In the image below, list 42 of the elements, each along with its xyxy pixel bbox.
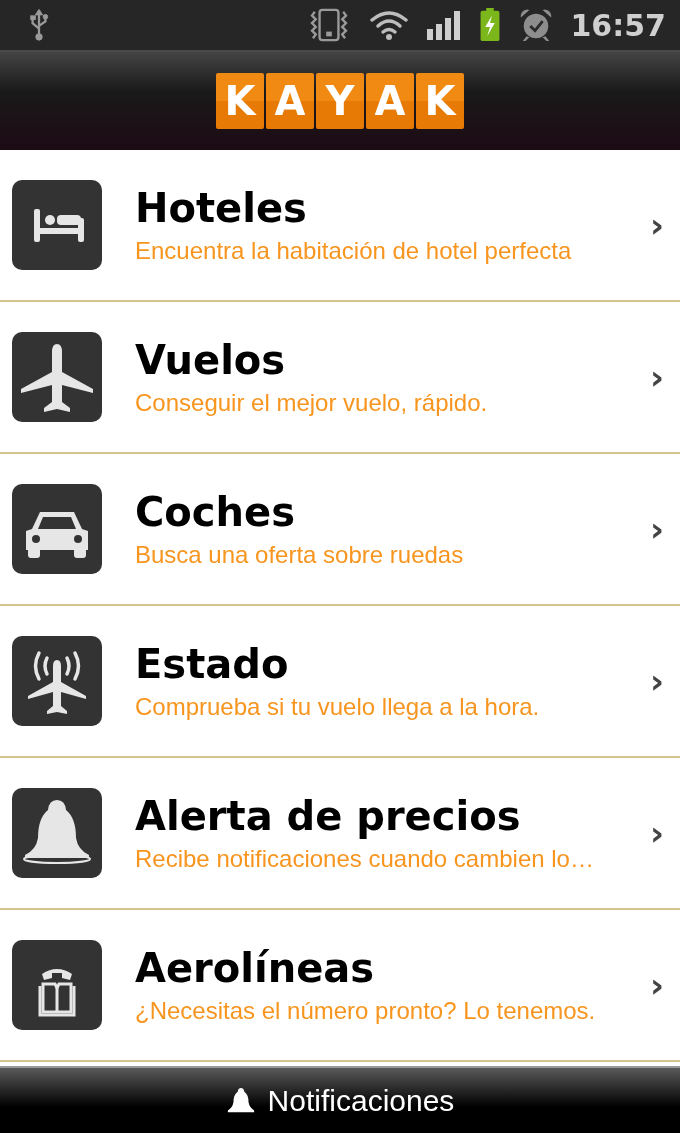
- logo-tile: K: [416, 73, 464, 129]
- menu-item-title: Hoteles: [135, 185, 308, 231]
- signal-icon: [426, 9, 461, 41]
- menu-item-title: Vuelos: [135, 337, 287, 383]
- menu-item-subtitle: Recibe notificaciones cuando cambien lo…: [135, 845, 595, 873]
- clock-time: 16:57: [570, 7, 666, 43]
- menu-item[interactable]: Vuelos Conseguir el mejor vuelo, rápido. ›: [0, 302, 680, 454]
- menu-item-subtitle: Encuentra la habitación de hotel perfecta: [135, 237, 573, 265]
- menu-item-subtitle: ¿Necesitas el número pronto? Lo tenemos.: [135, 997, 597, 1025]
- menu-item[interactable]: Alerta de precios Recibe notificaciones cuando cambien lo… ›: [0, 758, 680, 910]
- menu-item[interactable]: Hoteles Encuentra la habitación de hotel perfecta ›: [0, 150, 680, 302]
- menu-item-title: Alerta de precios: [135, 793, 522, 839]
- airplane-icon: [12, 332, 102, 422]
- chevron-icon: ›: [650, 661, 668, 701]
- chevron-icon: ›: [650, 509, 668, 549]
- logo-tile: Y: [316, 73, 364, 129]
- logo-tile: A: [366, 73, 414, 129]
- chevron-icon: ›: [650, 813, 668, 853]
- menu-item-subtitle: Conseguir el mejor vuelo, rápido.: [135, 389, 489, 417]
- notifications-button[interactable]: Notificaciones: [0, 1066, 680, 1133]
- alarm-clock-icon: [518, 8, 553, 42]
- chevron-icon: ›: [650, 205, 668, 245]
- logo-tile: A: [266, 73, 314, 129]
- chevron-icon: ›: [650, 357, 668, 397]
- menu-item[interactable]: Coches Busca una oferta sobre ruedas ›: [0, 454, 680, 606]
- car-icon: [12, 484, 102, 574]
- battery-icon: [478, 8, 501, 42]
- phone-book-icon: [12, 940, 102, 1030]
- usb-icon: [28, 8, 50, 42]
- airplane-signal-icon: [12, 636, 102, 726]
- bell-icon: [12, 788, 102, 878]
- wifi-icon: [368, 9, 409, 41]
- menu-item[interactable]: Aerolíneas ¿Necesitas el número pronto? Lo tenemos. ›: [0, 910, 680, 1062]
- chevron-icon: ›: [650, 965, 668, 1005]
- logo-tile: K: [216, 73, 264, 129]
- menu-item-title: Aerolíneas: [135, 945, 376, 991]
- menu-item[interactable]: Estado Comprueba si tu vuelo llega a la hora. ›: [0, 606, 680, 758]
- menu-item-subtitle: Busca una oferta sobre ruedas: [135, 541, 465, 569]
- bed-icon: [12, 180, 102, 270]
- menu-item-title: Coches: [135, 489, 296, 535]
- menu-item-subtitle: Comprueba si tu vuelo llega a la hora.: [135, 693, 541, 721]
- menu-item-title: Estado: [135, 641, 290, 687]
